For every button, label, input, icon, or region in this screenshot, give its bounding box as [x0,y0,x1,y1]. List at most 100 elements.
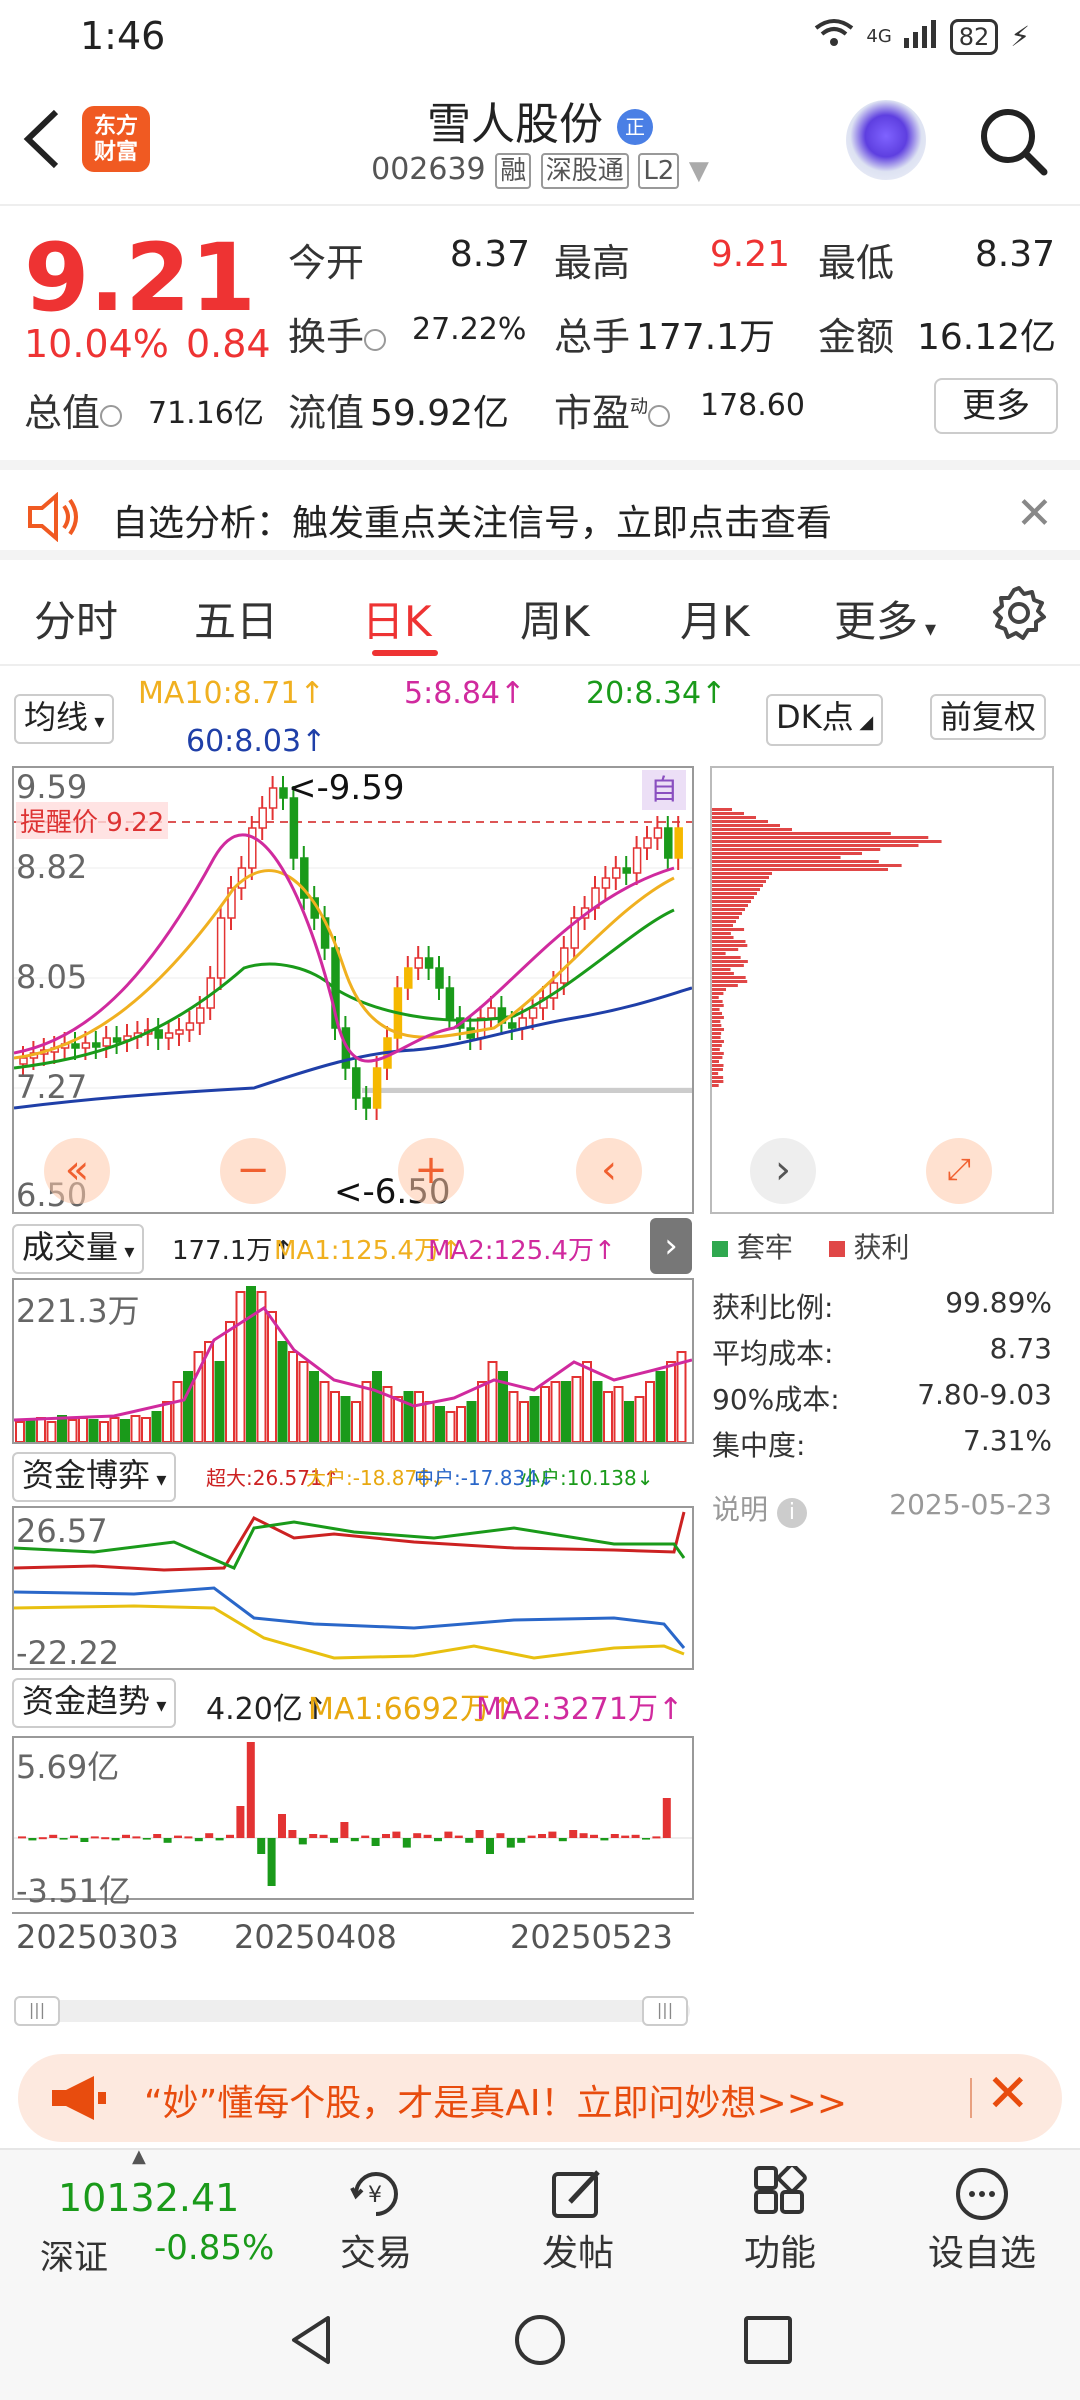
dropdown-triangle-icon[interactable]: ▼ [689,156,709,186]
zoom-in-button[interactable]: + [398,1138,464,1204]
tab-more[interactable]: 更多 ▾ [834,588,936,649]
range-slider-track[interactable] [14,2000,690,2022]
funds-trend-bar [496,1833,505,1838]
amount-value: 16.12亿 [916,317,1056,358]
chip-next-button[interactable]: › [750,1138,816,1204]
ma-selector[interactable]: 均线 ▾ [14,694,115,744]
chip-bar [712,912,742,915]
volume-bar [403,1391,414,1442]
trade-button[interactable]: ¥ 交易 [306,2166,446,2276]
tab-daily-k[interactable]: 日K [362,588,432,649]
close-icon[interactable]: ✕ [986,2064,1030,2124]
volume-selector[interactable]: 成交量 ▾ [12,1224,145,1274]
funds-trend-bar [163,1838,172,1843]
tab-intraday[interactable]: 分时 [34,588,118,649]
chip-bar [712,1056,723,1059]
chip-bar [712,932,731,935]
funds-trend-bar [319,1834,328,1838]
scroll-left-fast-button[interactable]: « [44,1138,110,1204]
range-handle-left[interactable]: ||| [14,1996,60,2026]
candle-body [643,837,652,849]
chip-bar [712,888,760,891]
chip-bar [712,944,748,947]
level2-tag: L2 [638,153,680,189]
index-change[interactable]: -0.85% [154,2228,274,2268]
pe-value: 178.60 [700,388,805,423]
chip-note-button[interactable]: 说明 i [712,1488,807,1528]
functions-button[interactable]: 功能 [710,2163,850,2276]
support-band [362,1088,692,1093]
candle-body [71,1043,80,1049]
pe-label: 市盈动 [554,382,671,437]
volume-bar [372,1371,382,1442]
tab-five-day[interactable]: 五日 [194,588,278,649]
promo-text: “妙”懂每个股，才是真AI！立即问妙想>>> [144,2083,848,2124]
nav-recents-icon[interactable] [742,2314,794,2370]
adjust-button[interactable]: 前复权 [930,694,1047,740]
add-watchlist-button[interactable]: 设自选 [912,2166,1052,2276]
nav-home-icon[interactable] [512,2312,568,2372]
funds-trend-bar [236,1806,245,1838]
chip-bar [712,872,772,875]
chip-bar [712,1048,720,1051]
tab-weekly-k[interactable]: 周K [520,588,590,649]
chip-bar [712,856,841,859]
kline-chart[interactable]: 9.59 提醒价 9.22 8.82 8.05 7.27 6.50 <-9.59… [12,766,694,1214]
more-dots-circle-icon [912,2166,1052,2224]
add-watchlist-label: 设自选 [927,2233,1036,2274]
zoom-out-button[interactable]: − [220,1138,286,1204]
promo-banner[interactable]: “妙”懂每个股，才是真AI！立即问妙想>>> ✕ [18,2054,1062,2142]
nav-back-icon[interactable] [284,2312,340,2372]
chip-bar [712,820,768,823]
index-value[interactable]: 10132.41 [58,2176,239,2220]
funds-trend-bar [267,1838,276,1886]
expand-icon[interactable]: ⤢ [926,1138,992,1204]
volume-bar [414,1391,424,1442]
funds-trend-bar [527,1835,536,1838]
more-quote-button[interactable]: 更多 [934,378,1058,434]
candle-body [372,1067,382,1109]
funds-game-selector[interactable]: 资金博弈 ▾ [12,1452,177,1502]
volume-bar [246,1286,256,1442]
chip-bar [712,996,719,999]
robot-avatar-icon[interactable] [846,100,926,180]
candle-body [196,1007,205,1024]
chip-bar [712,976,746,979]
chip-distribution[interactable]: › ⤢ [710,766,1054,1214]
volume-bar [57,1415,67,1442]
index-name[interactable]: 深证 [40,2230,108,2279]
system-nav-bar [0,2280,1080,2400]
volume-bar [435,1406,445,1442]
chip-bar [712,840,942,843]
dk-point-button[interactable]: DK点 ◢ [766,694,884,746]
close-icon[interactable]: ✕ [1016,488,1053,539]
funds-trend-bar [486,1838,494,1854]
info-dot-icon [100,404,123,427]
funds-trend-bar [371,1838,380,1846]
chip-bar [712,868,889,871]
settings-gear-icon[interactable] [990,584,1048,646]
volume-bar [36,1417,46,1442]
info-dot-icon [364,328,387,351]
expand-panel-arrow-icon[interactable]: › [650,1218,692,1274]
volume-bar [477,1381,487,1442]
funds-trend-selector[interactable]: 资金趋势 ▾ [12,1678,177,1728]
chip-legend: 套牢 获利 [712,1226,909,1266]
chip-bar [712,1004,724,1007]
ma60-label: 60:8.03↑ [186,724,327,759]
chip-bar [712,988,727,991]
network-type-label: 4G [866,26,892,47]
candle-body [185,1022,195,1031]
analysis-alert-bar[interactable]: 自选分析：触发重点关注信号，立即点击查看 ✕ [0,460,1080,560]
search-icon[interactable] [978,106,1048,176]
range-handle-right[interactable]: ||| [642,1996,688,2026]
grid-apps-icon [710,2163,850,2224]
scroll-left-button[interactable]: ‹ [576,1138,642,1204]
charging-icon: ⚡ [1010,20,1030,53]
post-button[interactable]: 发帖 [508,2166,648,2276]
chip-bar [712,972,734,975]
y-axis-mid3: 7.27 [16,1068,88,1106]
volume-bar [298,1361,309,1442]
tab-monthly-k[interactable]: 月K [680,588,750,649]
volume-bar [487,1361,498,1442]
